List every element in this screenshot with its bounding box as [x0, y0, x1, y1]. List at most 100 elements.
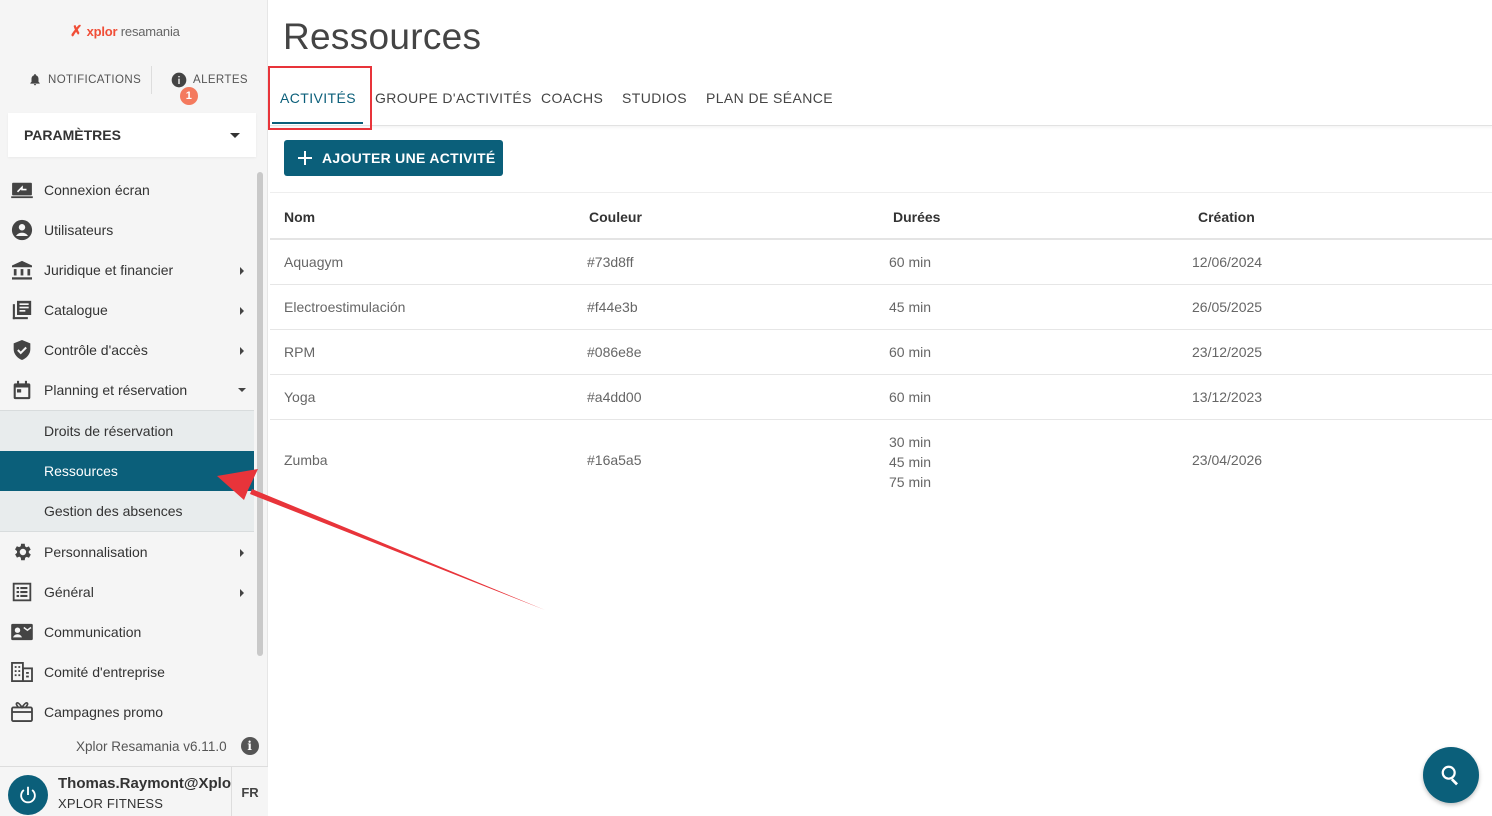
settings-menu: Connexion écran Utilisateurs Juridique e… — [0, 170, 254, 732]
calendar-icon — [10, 378, 34, 402]
tab-label: GROUPE D'ACTIVITÉS — [375, 90, 532, 106]
cell-duree: 75 min — [889, 474, 932, 490]
sidebar-item-utilisateurs[interactable]: Utilisateurs — [0, 210, 254, 250]
cell-nom: RPM — [284, 344, 316, 360]
cell-duree: 45 min — [889, 299, 932, 315]
chevron-right-icon — [240, 307, 244, 315]
list-icon — [10, 580, 34, 604]
cell-duree: 30 min — [889, 434, 932, 450]
tab-label: COACHS — [541, 90, 604, 106]
cell-nom: Zumba — [284, 452, 328, 468]
cell-creation: 12/06/2024 — [1192, 254, 1263, 270]
sidebar-item-juridique[interactable]: Juridique et financier — [0, 250, 254, 290]
table-row[interactable]: Yoga #a4dd00 60 min 13/12/2023 — [270, 375, 1492, 420]
sidebar-item-label: Comité d'entreprise — [44, 664, 165, 680]
app-version: Xplor Resamania v6.11.0 i — [76, 737, 259, 755]
table-row[interactable]: Electroestimulación #f44e3b 45 min 26/05… — [270, 285, 1492, 330]
cell-couleur: #73d8ff — [587, 254, 634, 270]
info-icon — [171, 72, 187, 88]
tab-studios[interactable]: STUDIOS — [622, 72, 687, 124]
alerts-badge: 1 — [180, 87, 198, 105]
sidebar-item-controle-acces[interactable]: Contrôle d'accès — [0, 330, 254, 370]
brand-logo[interactable]: ✗ xplor resamania — [70, 22, 180, 40]
gift-card-icon — [10, 700, 34, 724]
table-row[interactable]: Zumba #16a5a5 30 min 45 min 75 min 23/04… — [270, 420, 1492, 500]
screen-share-icon — [10, 178, 34, 202]
resource-tabs: ACTIVITÉS GROUPE D'ACTIVITÉS COACHS STUD… — [270, 72, 1492, 126]
chevron-right-icon — [240, 267, 244, 275]
planning-submenu: Droits de réservation Ressources Gestion… — [0, 410, 254, 532]
table-row[interactable]: Aquagym #73d8ff 60 min 12/06/2024 — [270, 240, 1492, 285]
sidebar-item-campagnes-promo[interactable]: Campagnes promo — [0, 692, 254, 732]
cell-couleur: #086e8e — [587, 344, 642, 360]
language-switcher[interactable]: FR — [231, 767, 268, 816]
column-header-nom[interactable]: Nom — [284, 209, 315, 225]
table-row[interactable]: RPM #086e8e 60 min 23/12/2025 — [270, 330, 1492, 375]
notifications-label: NOTIFICATIONS — [48, 73, 142, 86]
sidebar-item-label: Personnalisation — [44, 544, 148, 560]
building-icon — [10, 660, 34, 684]
sidebar-item-label: Campagnes promo — [44, 704, 164, 720]
cell-creation: 23/04/2026 — [1192, 452, 1263, 468]
cell-creation: 26/05/2025 — [1192, 299, 1263, 315]
settings-section-label: PARAMÈTRES — [24, 127, 121, 143]
user-email: Thomas.Raymont@Xplor — [58, 775, 232, 792]
column-header-creation[interactable]: Création — [1198, 209, 1255, 225]
sidebar-item-label: Juridique et financier — [44, 262, 174, 278]
logo-mark: ✗ — [70, 23, 83, 40]
catalog-icon — [10, 298, 34, 322]
tab-plan-de-seance[interactable]: PLAN DE SÉANCE — [706, 72, 833, 124]
notifications-button[interactable]: NOTIFICATIONS — [28, 72, 141, 87]
column-header-durees[interactable]: Durées — [893, 209, 940, 225]
cell-durees: 30 min 45 min 75 min — [889, 432, 931, 492]
sidebar-item-label: Planning et réservation — [44, 382, 188, 398]
tab-coachs[interactable]: COACHS — [541, 72, 603, 124]
user-organization: XPLOR FITNESS — [58, 796, 164, 811]
alerts-button[interactable]: ALERTES 1 — [171, 72, 248, 105]
user-bar: Thomas.Raymont@Xplor XPLOR FITNESS FR — [0, 766, 268, 816]
settings-section-select[interactable]: PARAMÈTRES — [8, 113, 256, 157]
sidebar-item-personnalisation[interactable]: Personnalisation — [0, 532, 254, 572]
gear-icon — [10, 540, 34, 564]
sidebar-subitem-label: Gestion des absences — [44, 503, 183, 519]
cell-duree: 60 min — [889, 389, 932, 405]
chevron-down-icon — [238, 388, 246, 392]
logout-button[interactable] — [8, 775, 48, 815]
divider — [151, 66, 152, 94]
bell-icon — [30, 73, 40, 86]
chevron-down-icon — [230, 132, 240, 138]
cell-creation: 23/12/2025 — [1192, 344, 1263, 360]
cell-nom: Aquagym — [284, 254, 344, 270]
search-icon — [1441, 765, 1459, 786]
chevron-right-icon — [240, 347, 244, 355]
add-activity-button[interactable]: AJOUTER UNE ACTIVITÉ — [284, 140, 503, 176]
sidebar-item-catalogue[interactable]: Catalogue — [0, 290, 254, 330]
shield-check-icon — [10, 338, 34, 362]
search-fab-button[interactable] — [1423, 747, 1479, 803]
sidebar-item-planning[interactable]: Planning et réservation — [0, 370, 254, 410]
sidebar: ✗ xplor resamania NOTIFICATIONS ALERTES … — [0, 0, 268, 816]
sidebar-subitem-label: Ressources — [44, 463, 118, 479]
sidebar-subitem-ressources[interactable]: Ressources — [0, 451, 254, 491]
sidebar-item-connexion-ecran[interactable]: Connexion écran — [0, 170, 254, 210]
power-icon — [20, 786, 36, 804]
cell-creation: 13/12/2023 — [1192, 389, 1263, 405]
sidebar-subitem-gestion-absences[interactable]: Gestion des absences — [0, 491, 254, 531]
chevron-right-icon — [240, 589, 244, 597]
cell-couleur: #a4dd00 — [587, 389, 642, 405]
sidebar-item-general[interactable]: Général — [0, 572, 254, 612]
sidebar-subitem-droits-reservation[interactable]: Droits de réservation — [0, 411, 254, 451]
cell-duree: 60 min — [889, 254, 932, 270]
sidebar-item-label: Contrôle d'accès — [44, 342, 148, 358]
annotation-highlight-box — [268, 66, 372, 130]
alerts-label: ALERTES — [193, 74, 248, 86]
logo-rest: resamania — [117, 23, 180, 39]
sidebar-item-comite-entreprise[interactable]: Comité d'entreprise — [0, 652, 254, 692]
sidebar-item-communication[interactable]: Communication — [0, 612, 254, 652]
tab-label: STUDIOS — [622, 90, 688, 106]
info-icon[interactable]: i — [240, 737, 259, 755]
tab-groupe-activites[interactable]: GROUPE D'ACTIVITÉS — [375, 72, 532, 124]
column-header-couleur[interactable]: Couleur — [589, 209, 642, 225]
sidebar-scrollbar[interactable] — [257, 172, 263, 656]
cell-duree: 45 min — [889, 454, 932, 470]
